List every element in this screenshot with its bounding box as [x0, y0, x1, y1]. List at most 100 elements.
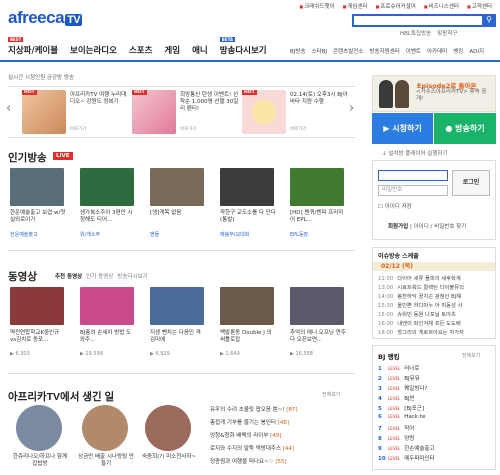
sub-nav-item[interactable]: 콘텐츠발전소	[333, 47, 363, 55]
live-thumbnail[interactable]	[220, 168, 274, 206]
banner-item[interactable]: HOT 02.14(토) 오후3시 BJ아바타 지원 수행 바로가기	[242, 90, 350, 134]
banner-more[interactable]: 바로가기	[70, 126, 87, 132]
sub-nav-item[interactable]: 방송지원센터	[369, 47, 399, 55]
nav-item-tv[interactable]: BEST 지상파/케이블	[8, 37, 58, 56]
ranking-item[interactable]: 1 LEVEL 러너로	[378, 364, 419, 372]
live-thumbnail[interactable]	[10, 168, 64, 206]
ranking-item[interactable]: 2 LEVEL BJ뮤뮤	[378, 374, 420, 382]
top-link[interactable]: 크래쉬드햇어	[299, 2, 334, 10]
schedule-item[interactable]: 16:00 내엔의 파인겨채 프든 도도배	[378, 319, 461, 327]
schedule-item[interactable]: 14:00 봉찬하닥 꿍치곤 광청인 BJ해	[378, 292, 461, 300]
schedule-item[interactable]: 13:00 시료트워드 컬렉틴 다이불뮤직	[378, 283, 464, 291]
ranking-item[interactable]: 3 LEVEL 퀘일빙다?	[378, 384, 427, 392]
sub-nav-item[interactable]: 아카데미	[427, 47, 447, 55]
live-meta[interactable]: 한운예술출고	[10, 231, 38, 238]
live-title[interactable]: [HD] 첸퀴/첸피 프리미어 EPL...	[290, 210, 346, 224]
vod-title[interactable]: 백발론동 Double J 의 써틀로잡	[220, 330, 276, 344]
banner-more[interactable]: 바로가기	[180, 126, 197, 132]
hot-keyword[interactable]: 맞팡학구	[437, 29, 457, 37]
story-list-item[interactable]: 로지와 수지의 말뚝 먹방대주스 [44]	[210, 444, 294, 452]
sub-nav-item[interactable]: BJ방송	[290, 47, 306, 55]
story-image[interactable]	[16, 405, 62, 451]
save-id-checkbox[interactable]: ☐ 아이디 저장	[378, 202, 412, 210]
join-link[interactable]: 회원가입	[388, 224, 408, 230]
live-title[interactable]: 한운예술출고 보겹 w/첫실외로이가	[10, 210, 66, 224]
ranking-item[interactable]: 8 LEVEL 양렁	[378, 434, 414, 442]
ranking-item[interactable]: 6 LEVEL Hack:te	[378, 414, 425, 420]
live-thumbnail[interactable]	[150, 168, 204, 206]
nav-item-vod[interactable]: BETA 방송다시보기	[219, 37, 267, 56]
afreecatv-logo[interactable]: afreeca TV	[8, 8, 83, 28]
nav-item-game[interactable]: 게임	[164, 44, 180, 56]
schedule-item[interactable]: 15:00 슈워빈 동원 나포닐 토아츠	[378, 310, 456, 318]
live-meta[interactable]: EPL등장	[290, 231, 308, 238]
vod-thumbnail[interactable]	[80, 287, 134, 325]
story-image[interactable]	[145, 405, 191, 451]
hot-keyword[interactable]: HBL특집방송	[400, 29, 431, 37]
nav-item-anime[interactable]: 애니	[192, 44, 208, 56]
vod-title[interactable]: 역전연합학교K중인규 vs김치로 동포...	[10, 330, 66, 344]
schedule-item[interactable]: 11:00 다이어 세류 풀피의 세후학계	[378, 274, 461, 282]
vod-thumbnail[interactable]	[220, 287, 274, 325]
banner-more[interactable]: 바로가기	[290, 126, 307, 132]
login-button[interactable]: 로그인	[452, 170, 490, 196]
top-link[interactable]: 고객센터	[467, 2, 492, 10]
sub-nav-item[interactable]: 뱅킹	[453, 47, 463, 55]
live-title[interactable]: 생가복소주이 3편만 시청해도 티어...	[80, 210, 136, 224]
nav-item-sports[interactable]: 스포츠	[129, 44, 152, 56]
top-link[interactable]: 비즈니스센터	[424, 2, 459, 10]
story-caption[interactable]: 숙즘희(?) 미소천사하~	[141, 454, 197, 461]
ranking-item[interactable]: 5 LEVEL [BJ포근]	[378, 404, 424, 412]
live-title[interactable]: [생]게목 없음	[150, 210, 206, 217]
tab-popular[interactable]: 인기 동영상	[86, 272, 113, 280]
banner-text: 아프리카TV 여행 누리대디오~ 강원도 정복기	[70, 92, 127, 105]
story-caption[interactable]: 상금만 배출 시나랑링 만들기	[78, 454, 134, 468]
schedule-item[interactable]: 15:30 올빈쁜 하디마누 아 최동성 사	[378, 301, 462, 309]
vod-thumbnail[interactable]	[290, 287, 344, 325]
schedule-item[interactable]: 18:00 깡그리의 게로르아요는 자가자	[378, 328, 464, 336]
ranking-more-link[interactable]: 전체보기	[462, 352, 480, 359]
sub-nav-item[interactable]: ADI지	[469, 47, 484, 55]
live-meta[interactable]: 맨돌	[150, 231, 159, 238]
watch-button[interactable]: ▶ 시청하기	[372, 113, 433, 144]
install-player-link[interactable]: ↓ 설치방 플레이어 실행하기	[382, 149, 448, 157]
search-input[interactable]	[352, 14, 484, 27]
vod-title[interactable]: BJ총의 손세차 방법 도와주...	[80, 330, 136, 344]
story-list-item[interactable]: 정종렴과 여행을 떠나요~♡ [55]	[210, 457, 287, 465]
vod-title[interactable]: 지생 뺀치는 다음인 격 김미에	[150, 330, 206, 344]
story-list-item[interactable]: 총접게 기부를 즐기는 봉인터 [48]	[210, 418, 289, 426]
story-list-item[interactable]: 엉청&청화 배팩의 라이부 [49]	[210, 431, 281, 439]
ranking-item[interactable]: 7 LEVEL 막어	[378, 424, 414, 432]
sub-nav-item[interactable]: 이벤트	[406, 47, 421, 55]
level-icon: LEVEL	[388, 446, 401, 451]
live-meta[interactable]: 예봉부/교대회	[220, 231, 249, 238]
story-caption[interactable]: 한쥬리나오/하프나 함께 잡밥방	[12, 454, 68, 468]
chevron-left-icon[interactable]: ‹	[6, 101, 11, 116]
vod-thumbnail[interactable]	[150, 287, 204, 325]
banner-item[interactable]: HOT 희망통신 탄생 이벤트! 선착순 1,000명 선물 30일리 팬티! …	[132, 90, 240, 134]
story-list-item[interactable]: 유우의 수려 초콜릿 팝오음 뿐~! [87]	[210, 405, 298, 413]
tab-replay[interactable]: 방송다시보기	[117, 272, 147, 280]
ranking-item[interactable]: 10 LEVEL 메두파마인터	[378, 454, 435, 462]
vod-thumbnail[interactable]	[10, 287, 64, 325]
nav-item-radio[interactable]: 보이는라디오	[70, 44, 117, 56]
top-link[interactable]: 프로슈어커셜어	[376, 2, 415, 10]
live-title[interactable]: 곽한구 교도소를 다 단다 (통발)	[220, 210, 276, 224]
tab-recommended[interactable]: 추천 동영상	[55, 272, 82, 280]
ranking-item[interactable]: 9 LEVEL 한손예술출고	[378, 444, 435, 452]
top-link[interactable]: 게임센터	[343, 2, 367, 10]
live-meta[interactable]: 위/개소주	[80, 231, 100, 238]
sub-nav-item[interactable]: 스타BJ	[312, 47, 328, 55]
story-image[interactable]	[82, 405, 128, 451]
vod-title[interactable]: 추억의 애니 오프닝 연주다 오픈보면...	[290, 330, 346, 344]
live-thumbnail[interactable]	[290, 168, 344, 206]
live-thumbnail[interactable]	[80, 168, 134, 206]
password-field[interactable]: 비밀번호	[378, 185, 448, 196]
broadcast-button[interactable]: ● 방송하기	[434, 113, 496, 144]
stories-more-link[interactable]: 전체보기	[322, 391, 340, 398]
banner-item[interactable]: HOT 아프리카TV 여행 누리대디오~ 강원도 정복기 바로가기	[22, 90, 130, 134]
search-icon[interactable]: ⚲	[482, 14, 496, 27]
find-account-link[interactable]: 아이디 / 비밀번호 찾기	[414, 224, 467, 230]
ranking-item[interactable]: 4 LEVEL BJ빈	[378, 394, 415, 402]
id-field[interactable]	[378, 170, 448, 181]
